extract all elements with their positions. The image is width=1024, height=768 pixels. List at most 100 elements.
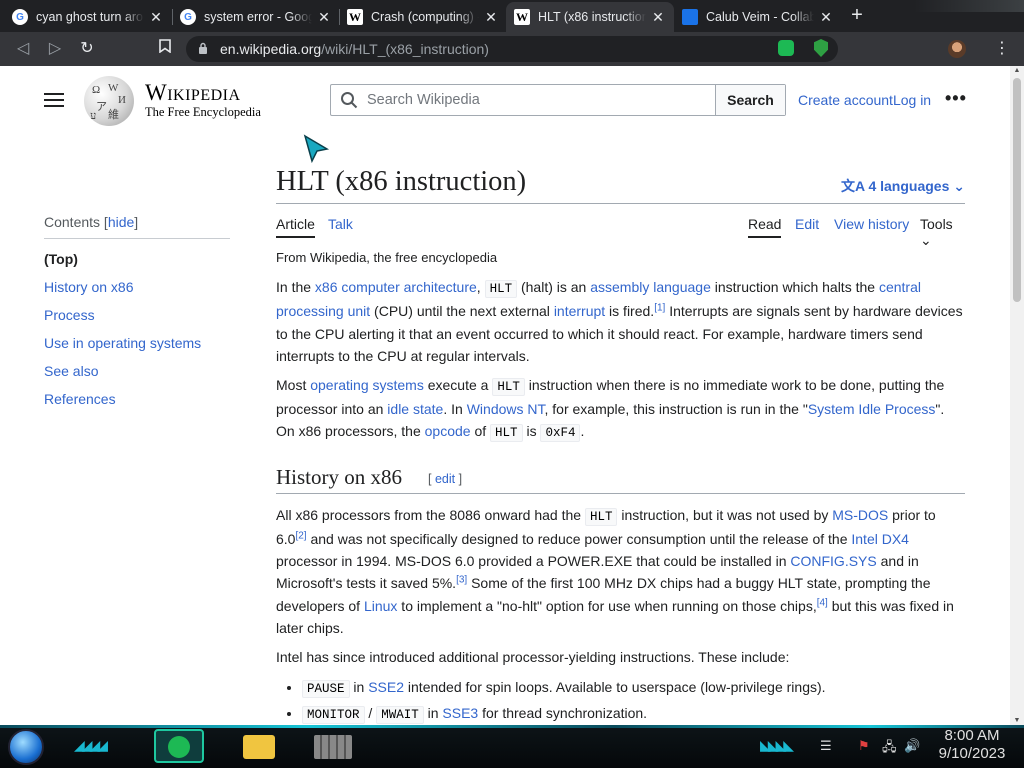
tab-talk[interactable]: Talk (328, 216, 353, 232)
scrollbar-thumb[interactable] (1013, 78, 1021, 302)
search-box: Search (330, 84, 786, 116)
taskbar-spotify-app[interactable] (154, 729, 204, 763)
wikipedia-globe-logo[interactable]: ΩWИ ア維ע (84, 76, 134, 126)
scroll-up-icon[interactable]: ▲ (1013, 67, 1021, 74)
toc-item-use-in-os[interactable]: Use in operating systems (44, 329, 230, 357)
link[interactable]: SSE3 (442, 705, 478, 721)
taskbar-accent-line (0, 725, 1024, 728)
link[interactable]: MS-DOS (832, 507, 888, 523)
network-icon[interactable]: 🖧 (882, 738, 897, 760)
system-clock[interactable]: 8:00 AM 9/10/2023 (930, 727, 1014, 763)
spotify-extension-icon[interactable] (778, 40, 794, 56)
clock-time: 8:00 AM (944, 727, 1000, 744)
forward-arrow-icon[interactable]: ▷ (44, 38, 66, 60)
new-tab-button[interactable]: + (846, 5, 868, 27)
link[interactable]: assembly language (590, 279, 711, 295)
close-tab-icon[interactable]: ✕ (818, 9, 834, 26)
section-edit-link[interactable]: edit (435, 472, 455, 486)
tab-edit[interactable]: Edit (795, 216, 819, 232)
main-menu-icon[interactable] (44, 93, 64, 107)
link[interactable]: CONFIG.SYS (790, 553, 876, 569)
browser-tab[interactable]: G cyan ghost turn around ✕ (4, 2, 172, 32)
wordmark-tagline: The Free Encyclopedia (145, 105, 261, 119)
browser-tab[interactable]: W Crash (computing) - Wikipedia ✕ (339, 2, 507, 32)
text: In the (276, 279, 315, 295)
reload-icon[interactable]: ↻ (76, 38, 98, 60)
text: in (349, 678, 369, 695)
text: All x86 processors from the 8086 onward … (276, 506, 585, 523)
wikipedia-icon: W (514, 9, 530, 25)
bookmark-icon[interactable] (154, 38, 176, 60)
tray-expand-icon[interactable]: ☰ (820, 738, 832, 754)
wordmark-text: Wikipedia (145, 80, 241, 105)
toc-item-process[interactable]: Process (44, 301, 230, 329)
inline-code: HLT (492, 377, 525, 396)
link[interactable]: System Idle Process (808, 401, 936, 417)
wikipedia-wordmark[interactable]: Wikipedia The Free Encyclopedia (145, 80, 261, 120)
browser-tab[interactable]: Calub Veim - Collaborate ✕ (674, 2, 842, 32)
search-button[interactable]: Search (715, 85, 785, 115)
toc-item-history[interactable]: History on x86 (44, 273, 230, 301)
toc-item-see-also[interactable]: See also (44, 357, 230, 385)
toc-list: (Top) History on x86 Process Use in oper… (44, 245, 230, 413)
toc-item-references[interactable]: References (44, 385, 230, 413)
close-tab-icon[interactable]: ✕ (148, 9, 164, 26)
browser-menu-icon[interactable]: ⋮ (994, 38, 1010, 58)
link[interactable]: SSE2 (368, 679, 404, 695)
close-tab-icon[interactable]: ✕ (316, 9, 332, 26)
search-input[interactable] (367, 85, 715, 115)
tab-title: Calub Veim - Collaborate (706, 10, 814, 24)
article-content: HLT (x86 instruction) 文A 4 languages ⌄ A… (276, 162, 965, 725)
browser-tab-active[interactable]: W HLT (x86 instruction) - Wikipedia ✕ (506, 2, 674, 32)
os-taskbar: ◢◢◢◢ ◣◣◣◣ ☰ ⚑ 🖧 🔊 8:00 AM 9/10/2023 (0, 725, 1024, 768)
link[interactable]: operating systems (310, 377, 424, 393)
toc-title: Contents (44, 214, 101, 230)
scroll-down-icon[interactable]: ▼ (1013, 717, 1021, 724)
link[interactable]: Linux (364, 598, 397, 614)
security-flag-icon[interactable]: ⚑ (858, 738, 870, 754)
close-tab-icon[interactable]: ✕ (483, 9, 499, 26)
start-button[interactable] (8, 729, 44, 765)
text: instruction, but it was not used by (617, 506, 833, 523)
page-scrollbar[interactable]: ▲ ▼ (1010, 66, 1024, 725)
link[interactable]: x86 computer architecture (315, 279, 477, 295)
text: . (580, 423, 585, 440)
tools-menu[interactable]: Tools ⌄ (920, 216, 965, 249)
language-selector[interactable]: 文A 4 languages ⌄ (841, 176, 965, 196)
intro-paragraph-1: In the x86 computer architecture, HLT (h… (276, 276, 965, 367)
more-options-icon[interactable]: ••• (945, 88, 967, 109)
create-account-link[interactable]: Create account (798, 92, 893, 108)
tab-article[interactable]: Article (276, 216, 315, 238)
volume-icon[interactable]: 🔊 (904, 738, 920, 754)
citation-link[interactable]: [2] (295, 530, 306, 541)
citation-link[interactable]: [1] (654, 303, 665, 314)
text: . In (443, 400, 467, 417)
link[interactable]: Windows NT (467, 401, 545, 417)
history-paragraph: All x86 processors from the 8086 onward … (276, 504, 965, 640)
tab-view-history[interactable]: View history (834, 216, 909, 232)
text: processor in 1994. MS-DOS 6.0 provided a… (276, 553, 791, 570)
link[interactable]: opcode (425, 423, 471, 439)
lock-icon (198, 42, 210, 56)
taskbar-virtual-machine-app[interactable] (308, 729, 358, 763)
toc-item-top[interactable]: (Top) (44, 245, 230, 273)
link[interactable]: idle state (387, 401, 443, 417)
taskbar-file-explorer-app[interactable] (236, 729, 286, 763)
text: execute a (423, 376, 493, 393)
tab-read[interactable]: Read (748, 216, 782, 238)
browser-tab[interactable]: G system error - Google Search ✕ (172, 2, 340, 32)
window-frame-decoration (914, 0, 1024, 12)
toc-hide-link[interactable]: hide (108, 214, 134, 230)
link[interactable]: Intel DX4 (851, 531, 909, 547)
profile-avatar[interactable] (948, 40, 966, 58)
back-arrow-icon[interactable]: ◁ (12, 38, 34, 60)
text: , (476, 279, 485, 295)
log-in-link[interactable]: Log in (893, 92, 931, 108)
browser-tab-strip: G cyan ghost turn around ✕ G system erro… (0, 0, 1024, 32)
text: to implement a "no-hlt" option for use w… (397, 597, 817, 614)
link[interactable]: interrupt (554, 303, 605, 319)
address-bar[interactable]: en.wikipedia.org/wiki/HLT_(x86_instructi… (186, 36, 838, 62)
citation-link[interactable]: [3] (456, 575, 467, 586)
citation-link[interactable]: [4] (817, 597, 828, 608)
close-tab-icon[interactable]: ✕ (650, 9, 666, 26)
